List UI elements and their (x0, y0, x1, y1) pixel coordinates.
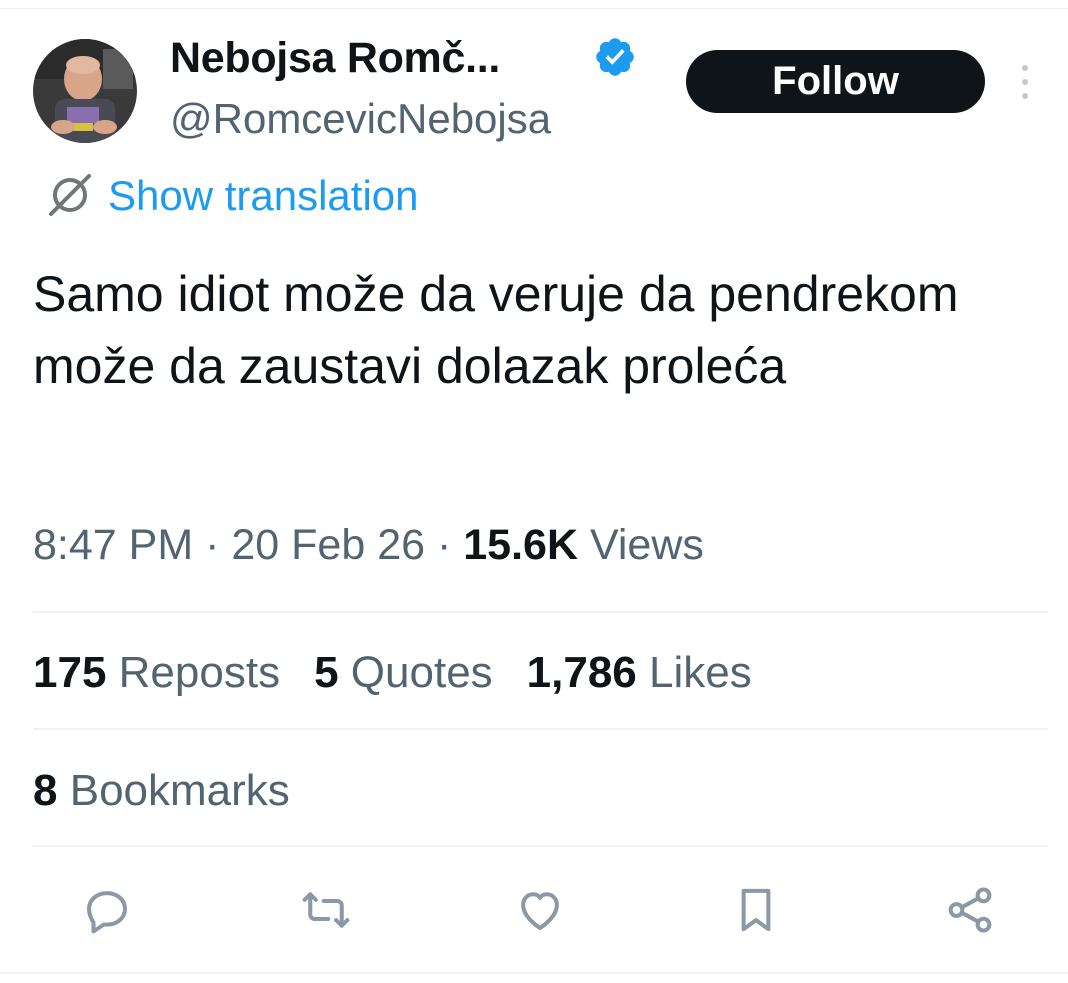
tweet-text: Samo idiot može da veruje da pendrekom m… (33, 266, 959, 394)
reposts-label: Reposts (118, 648, 281, 697)
repost-icon (302, 892, 350, 928)
likes-stat[interactable]: 1,786 Likes (527, 648, 752, 698)
likes-label: Likes (649, 648, 752, 697)
author-display-name[interactable]: Nebojsa Romč... (170, 34, 500, 83)
reposts-count: 175 (33, 648, 107, 697)
divider (33, 611, 1048, 613)
top-divider (0, 8, 1068, 9)
tweet-date[interactable]: 20 Feb 26 (231, 521, 425, 569)
bookmarks-stat[interactable]: 8 Bookmarks (33, 766, 290, 816)
tweet-stats: 175 Reposts 5 Quotes 1,786 Likes (33, 648, 786, 698)
share-icon (948, 887, 992, 933)
meta-separator: · (436, 521, 452, 569)
tweet-meta: 8:47 PM · 20 Feb 26 · 15.6K Views (33, 521, 704, 570)
avatar-photo (33, 39, 137, 143)
reply-button[interactable] (77, 880, 137, 940)
like-icon (521, 892, 559, 931)
bookmarks-label: Bookmarks (69, 766, 290, 815)
avatar[interactable] (33, 39, 137, 143)
bookmark-icon (741, 888, 771, 932)
views-label: Views (589, 521, 704, 569)
tweet-time[interactable]: 8:47 PM (33, 521, 193, 569)
bookmarks-count: 8 (33, 766, 58, 815)
bottom-divider (0, 972, 1068, 974)
meta-separator: · (205, 521, 220, 569)
quotes-label: Quotes (350, 648, 493, 697)
quotes-count: 5 (314, 648, 339, 697)
author-handle[interactable]: @RomcevicNebojsa (170, 95, 551, 143)
bookmark-button[interactable] (726, 880, 786, 940)
reply-icon (86, 891, 128, 934)
divider (33, 728, 1048, 730)
repost-button[interactable] (296, 880, 356, 940)
like-button[interactable] (510, 880, 570, 940)
show-translation-link[interactable]: Show translation (108, 172, 419, 220)
views-count: 15.6K (463, 521, 579, 569)
translate-icon[interactable] (43, 168, 97, 222)
follow-button[interactable]: Follow (686, 50, 985, 113)
verified-badge-icon (596, 38, 634, 76)
likes-count: 1,786 (526, 648, 637, 697)
more-vertical-icon[interactable] (1014, 62, 1036, 102)
reposts-stat[interactable]: 175 Reposts (33, 648, 280, 698)
share-button[interactable] (940, 880, 1000, 940)
divider (33, 845, 1048, 847)
quotes-stat[interactable]: 5 Quotes (314, 648, 493, 698)
